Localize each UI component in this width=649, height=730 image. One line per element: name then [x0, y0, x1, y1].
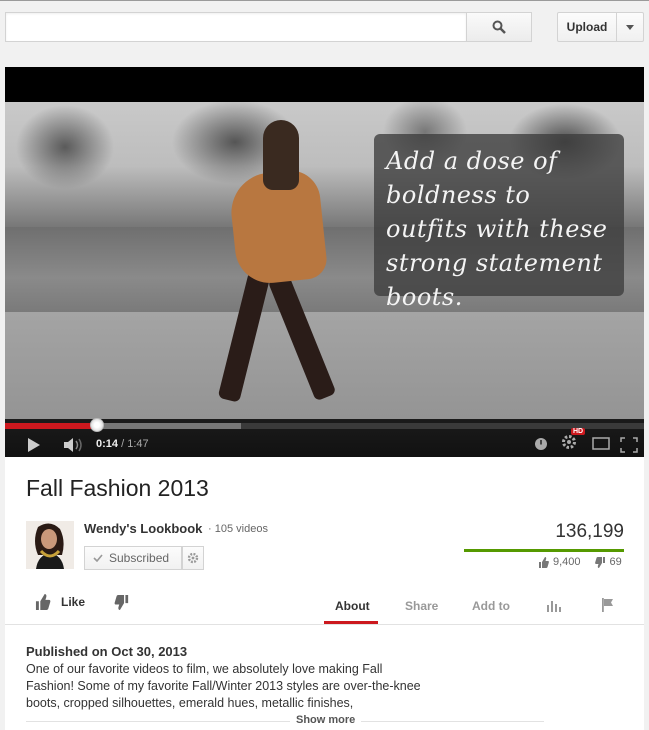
show-more-button[interactable]: Show more — [290, 714, 362, 726]
settings-button[interactable]: HD — [561, 428, 586, 454]
progress-scrubber[interactable] — [90, 418, 104, 432]
thumbs-up-icon — [35, 594, 51, 610]
theater-mode-icon[interactable] — [592, 437, 610, 450]
thumbs-up-icon — [539, 556, 549, 568]
like-count: 9,400 — [553, 556, 581, 568]
flag-icon[interactable] — [601, 598, 615, 612]
channel-video-count: · 105 videos — [208, 523, 268, 535]
view-count: 136,199 — [555, 521, 624, 542]
masthead: Upload — [0, 0, 649, 52]
upload-menu-button[interactable] — [616, 12, 644, 42]
time-display: 0:14 / 1:47 — [96, 438, 149, 450]
duration: / 1:47 — [121, 438, 149, 450]
stats-icon[interactable] — [547, 599, 561, 612]
subscription-settings-button[interactable] — [182, 546, 204, 570]
like-button[interactable]: Like — [34, 594, 85, 610]
fullscreen-icon[interactable] — [620, 437, 638, 453]
thumbs-down-icon — [594, 556, 605, 568]
gear-icon — [562, 435, 576, 449]
sentiment-bar — [464, 549, 624, 552]
publish-date: Published on Oct 30, 2013 — [26, 644, 188, 659]
video-frame[interactable]: Add a dose of boldness to outfits with t… — [5, 102, 644, 457]
video-player[interactable]: Add a dose of boldness to outfits with t… — [5, 67, 644, 457]
watch-later-icon[interactable] — [534, 437, 548, 451]
upload-button[interactable]: Upload — [557, 12, 617, 42]
channel-avatar[interactable] — [26, 521, 74, 569]
like-dislike-counts: 9,400 69 — [538, 556, 622, 568]
active-tab-indicator — [324, 621, 378, 624]
search-icon — [492, 20, 506, 34]
tab-share[interactable]: Share — [405, 599, 438, 613]
subscribed-label: Subscribed — [109, 551, 170, 565]
gear-icon — [187, 552, 199, 564]
video-title: Fall Fashion 2013 — [26, 475, 209, 501]
channel-name[interactable]: Wendy's Lookbook — [84, 521, 202, 536]
hd-badge: HD — [571, 428, 586, 435]
dislike-count: 69 — [609, 556, 622, 568]
like-label: Like — [61, 595, 86, 609]
thumbs-down-icon — [114, 595, 129, 610]
play-icon[interactable] — [27, 437, 41, 453]
video-info-panel: Fall Fashion 2013 Wendy's Lookbook · 105… — [5, 457, 644, 730]
video-description: One of our favorite videos to film, we a… — [26, 662, 421, 710]
search-input[interactable] — [5, 12, 467, 42]
search-button[interactable] — [466, 12, 532, 42]
video-overlay-caption: Add a dose of boldness to outfits with t… — [374, 134, 624, 311]
chevron-down-icon — [626, 24, 634, 30]
tab-add-to[interactable]: Add to — [472, 599, 510, 613]
current-time: 0:14 — [96, 438, 119, 450]
divider — [26, 721, 544, 722]
checkmark-icon — [93, 554, 103, 562]
dislike-button[interactable] — [114, 595, 130, 615]
progress-played — [5, 423, 97, 429]
tab-about[interactable]: About — [335, 599, 370, 613]
volume-icon[interactable] — [63, 437, 85, 453]
subscribed-button[interactable]: Subscribed — [84, 546, 182, 570]
